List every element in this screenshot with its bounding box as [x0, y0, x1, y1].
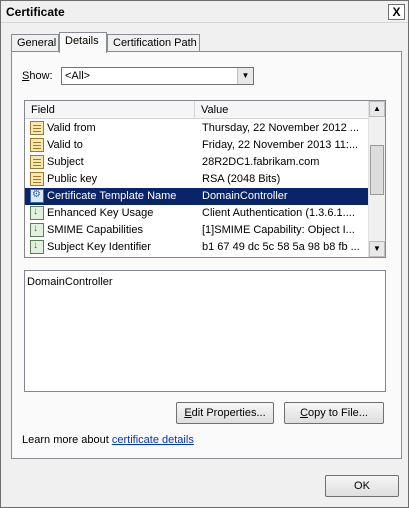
list-header: Field Value	[25, 101, 369, 119]
show-dropdown[interactable]: <All> ▼	[61, 67, 254, 85]
extension-icon	[30, 206, 44, 220]
list-rows: Valid from Thursday, 22 November 2012 ..…	[25, 120, 369, 256]
list-item[interactable]: Valid to Friday, 22 November 2013 11:...	[25, 137, 369, 154]
field-name: SMIME Capabilities	[47, 224, 143, 236]
tab-certification-path[interactable]: Certification Path	[107, 34, 200, 52]
vertical-scrollbar[interactable]: ▲ ▼	[368, 101, 385, 257]
field-name: Subject Key Identifier	[47, 241, 151, 253]
field-value: b1 67 49 dc 5c 58 5a 98 b8 fb ...	[202, 241, 360, 253]
field-value: DomainController	[202, 190, 288, 202]
extension-icon	[30, 240, 44, 254]
field-name: Public key	[47, 173, 98, 185]
ok-button[interactable]: OK	[325, 475, 399, 497]
title-bar: Certificate X	[1, 1, 408, 23]
scroll-thumb[interactable]	[370, 145, 384, 195]
close-button[interactable]: X	[388, 4, 405, 20]
show-dropdown-value: <All>	[65, 70, 91, 82]
chevron-down-icon[interactable]: ▼	[237, 68, 253, 84]
scroll-up-icon[interactable]: ▲	[369, 101, 385, 117]
field-name: Certificate Template Name	[47, 190, 177, 202]
certificate-field-icon	[30, 138, 44, 152]
learn-more-text: Learn more about certificate details	[22, 434, 194, 446]
field-value: Friday, 22 November 2013 11:...	[202, 139, 359, 151]
list-item[interactable]: Subject Key Identifier b1 67 49 dc 5c 58…	[25, 239, 369, 256]
field-name: Enhanced Key Usage	[47, 207, 154, 219]
list-item[interactable]: Subject 28R2DC1.fabrikam.com	[25, 154, 369, 171]
certificate-field-icon	[30, 155, 44, 169]
list-item[interactable]: SMIME Capabilities [1]SMIME Capability: …	[25, 222, 369, 239]
tab-general[interactable]: General	[11, 34, 59, 52]
certificate-dialog: Certificate X General Details Certificat…	[0, 0, 409, 508]
window-title: Certificate	[6, 5, 65, 19]
field-name: Valid to	[47, 139, 83, 151]
close-icon: X	[392, 5, 401, 19]
details-panel: Show: <All> ▼ Field Value Valid from Thu…	[11, 51, 402, 459]
field-value: [1]SMIME Capability: Object I...	[202, 224, 355, 236]
certificate-details-link[interactable]: certificate details	[112, 434, 194, 446]
field-value: 28R2DC1.fabrikam.com	[202, 156, 320, 168]
show-label: Show:	[22, 70, 53, 82]
field-value: RSA (2048 Bits)	[202, 173, 281, 185]
field-name: Valid from	[47, 122, 96, 134]
extension-icon	[30, 223, 44, 237]
copy-to-file-button[interactable]: Copy to File...	[284, 402, 384, 424]
certificate-field-icon	[30, 121, 44, 135]
field-detail-textbox[interactable]: DomainController	[24, 270, 386, 392]
scroll-down-icon[interactable]: ▼	[369, 241, 385, 257]
list-item[interactable]: Public key RSA (2048 Bits)	[25, 171, 369, 188]
certificate-field-icon	[30, 172, 44, 186]
field-value: Client Authentication (1.3.6.1....	[202, 207, 355, 219]
field-detail-text: DomainController	[27, 276, 113, 288]
column-header-field[interactable]: Field	[25, 101, 195, 119]
tab-details[interactable]: Details	[59, 32, 107, 53]
field-value: Thursday, 22 November 2012 ...	[202, 122, 359, 134]
list-item[interactable]: Enhanced Key Usage Client Authentication…	[25, 205, 369, 222]
list-item-selected[interactable]: Certificate Template Name DomainControll…	[25, 188, 369, 205]
column-header-value[interactable]: Value	[195, 101, 369, 119]
field-name: Subject	[47, 156, 84, 168]
list-item[interactable]: Valid from Thursday, 22 November 2012 ..…	[25, 120, 369, 137]
extension-icon	[30, 189, 44, 203]
edit-properties-button[interactable]: Edit Properties...	[176, 402, 274, 424]
field-list[interactable]: Field Value Valid from Thursday, 22 Nove…	[24, 100, 386, 258]
